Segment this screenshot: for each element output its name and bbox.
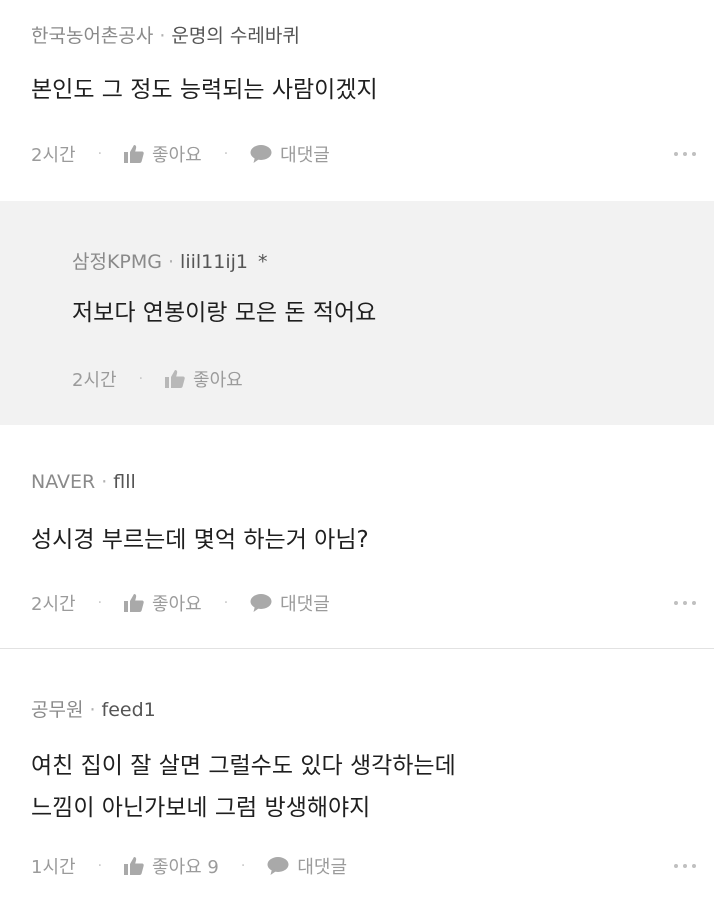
action-separator: · xyxy=(223,595,229,611)
like-button[interactable]: 좋아요 xyxy=(124,141,202,167)
reply-button[interactable]: 대댓글 xyxy=(250,590,330,616)
like-label: 좋아요 9 xyxy=(152,857,219,878)
author-mark: * xyxy=(258,251,268,273)
company-name[interactable]: NAVER xyxy=(31,471,95,493)
like-button[interactable]: 좋아요 xyxy=(165,366,243,392)
action-separator: · xyxy=(240,858,246,874)
like-button[interactable]: 좋아요 xyxy=(124,590,202,616)
comment-text-line: 느낌이 아닌가보네 그럼 방생해야지 xyxy=(31,795,371,821)
comment-meta: 삼정KPMG · liil11ij1 * xyxy=(72,247,268,274)
reply-item: 삼정KPMG · liil11ij1 * 저보다 연봉이랑 모은 돈 적어요 2시간 … xyxy=(0,201,714,425)
comment-text: 저보다 연봉이랑 모은 돈 적어요 xyxy=(72,300,377,326)
comment-actions: 2시간 · 좋아요 xyxy=(72,366,243,392)
nickname[interactable]: feed1 xyxy=(102,699,156,721)
comment-meta: NAVER · flll xyxy=(31,471,136,493)
action-separator: · xyxy=(138,371,144,387)
nickname[interactable]: 운명의 수레바퀴 xyxy=(171,25,299,47)
comment-text: 여친 집이 잘 살면 그럴수도 있다 생각하는데 느낌이 아닌가보네 그럼 방생… xyxy=(31,745,456,829)
comment-actions: 1시간 · 좋아요 9 · 대댓글 xyxy=(31,853,347,879)
comment-time: 1시간 xyxy=(31,857,76,878)
more-dots-icon[interactable] xyxy=(674,864,696,868)
thumbs-up-icon xyxy=(124,857,144,875)
action-separator: · xyxy=(97,146,103,162)
action-separator: · xyxy=(97,595,103,611)
thumbs-up-icon xyxy=(124,594,144,612)
meta-separator: · xyxy=(89,699,96,721)
speech-bubble-icon xyxy=(250,145,272,163)
action-separator: · xyxy=(97,858,103,874)
meta-separator: · xyxy=(168,251,175,273)
nickname[interactable]: liil11ij1 xyxy=(180,251,248,273)
comment-text: 성시경 부르는데 몇억 하는거 아님? xyxy=(31,527,369,553)
reply-label: 대댓글 xyxy=(280,145,330,166)
comment-meta: 공무원 · feed1 xyxy=(31,695,156,722)
speech-bubble-icon xyxy=(267,857,289,875)
nickname[interactable]: flll xyxy=(113,471,136,493)
meta-separator: · xyxy=(159,25,166,47)
comment-time: 2시간 xyxy=(31,594,76,615)
like-button[interactable]: 좋아요 9 xyxy=(124,853,219,879)
like-label: 좋아요 xyxy=(152,145,202,166)
speech-bubble-icon xyxy=(250,594,272,612)
comment-item: 한국농어촌공사 · 운명의 수레바퀴 본인도 그 정도 능력되는 사람이겠지 2시간… xyxy=(0,0,714,201)
comment-time: 2시간 xyxy=(31,145,76,166)
meta-separator: · xyxy=(101,471,108,493)
thumbs-up-icon xyxy=(124,145,144,163)
like-label: 좋아요 xyxy=(152,594,202,615)
company-name[interactable]: 공무원 xyxy=(31,699,83,721)
company-name[interactable]: 한국농어촌공사 xyxy=(31,25,153,47)
reply-button[interactable]: 대댓글 xyxy=(267,853,347,879)
more-dots-icon[interactable] xyxy=(674,152,696,156)
comment-time: 2시간 xyxy=(72,370,117,391)
comment-actions: 2시간 · 좋아요 · 대댓글 xyxy=(31,590,330,616)
comment-text: 본인도 그 정도 능력되는 사람이겠지 xyxy=(31,77,378,103)
action-separator: · xyxy=(223,146,229,162)
reply-button[interactable]: 대댓글 xyxy=(250,141,330,167)
comment-actions: 2시간 · 좋아요 · 대댓글 xyxy=(31,141,330,167)
reply-label: 대댓글 xyxy=(297,857,348,878)
company-name[interactable]: 삼정KPMG xyxy=(72,251,162,273)
comment-item: NAVER · flll 성시경 부르는데 몇억 하는거 아님? 2시간 · 좋아요… xyxy=(0,425,714,649)
more-dots-icon[interactable] xyxy=(674,601,696,605)
thumbs-up-icon xyxy=(165,370,185,388)
reply-label: 대댓글 xyxy=(280,594,330,615)
comment-meta: 한국농어촌공사 · 운명의 수레바퀴 xyxy=(31,21,300,48)
comment-item: 공무원 · feed1 여친 집이 잘 살면 그럴수도 있다 생각하는데 느낌이 아… xyxy=(0,649,714,911)
comment-text-line: 여친 집이 잘 살면 그럴수도 있다 생각하는데 xyxy=(31,753,456,779)
like-label: 좋아요 xyxy=(193,370,243,391)
